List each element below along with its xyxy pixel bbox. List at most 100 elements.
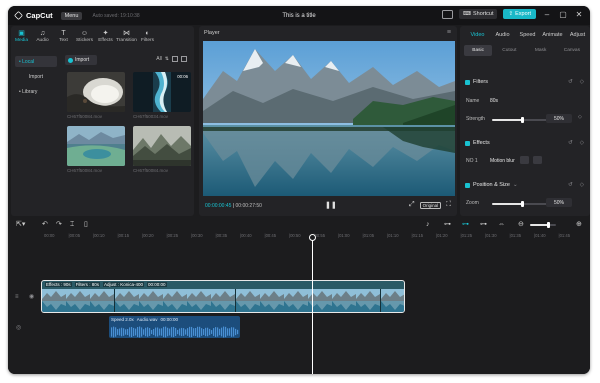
chevron-down-icon[interactable]: ⌄ <box>513 182 518 188</box>
select-tool-icon[interactable]: ⇱▾ <box>16 221 25 228</box>
playhead[interactable] <box>312 238 313 374</box>
redo-icon[interactable]: ↷ <box>56 221 62 228</box>
maximize-icon[interactable]: ▢ <box>558 10 568 19</box>
minimize-icon[interactable]: – <box>542 10 552 19</box>
sort-icon[interactable]: ⇅ <box>165 56 169 62</box>
shortcut-button[interactable]: ⌨ Shortcut <box>459 9 498 19</box>
subtab-basic[interactable]: Basic <box>464 45 493 56</box>
reset-icon[interactable]: ↺ <box>568 79 573 85</box>
timeline-zoom-slider[interactable] <box>530 222 556 228</box>
zoom-fill <box>492 203 522 205</box>
position-section-header[interactable]: Position & Size ⌄ <box>465 182 518 188</box>
delete-effect-icon[interactable] <box>533 156 542 164</box>
edit-effect-icon[interactable] <box>520 156 529 164</box>
effects-title: Effects <box>473 140 490 146</box>
waveform-bar <box>223 326 225 338</box>
filters-checkbox[interactable] <box>465 79 470 85</box>
keyframe-icon[interactable]: ◇ <box>580 140 584 146</box>
filters-section-header[interactable]: Filters <box>465 79 488 85</box>
filter-all[interactable]: All <box>156 56 162 62</box>
player-menu-icon[interactable]: ≡ <box>447 29 451 36</box>
delete-icon[interactable]: ▯ <box>84 221 88 228</box>
sidebar-item-import[interactable]: Import <box>15 71 57 82</box>
tab-adjust[interactable]: Adjust <box>565 32 590 38</box>
position-checkbox[interactable] <box>465 182 470 188</box>
timeline-ruler[interactable]: 00:00 |00:05 |00:10 |00:15 |00:20 |00:25 |00:3… <box>44 232 590 241</box>
track-lock-icon[interactable]: ≡ <box>15 294 19 300</box>
video-clip-frames <box>42 289 404 312</box>
layout-icon[interactable] <box>442 9 454 19</box>
subtab-canvas[interactable]: Canvas <box>558 45 586 56</box>
media-thumb[interactable] <box>67 72 125 112</box>
tab-text[interactable]: T Text <box>53 26 74 46</box>
split-icon[interactable]: ⌶ <box>70 221 74 228</box>
waveform-bar <box>225 326 227 338</box>
zoom-in-icon[interactable]: ⊕ <box>576 221 582 228</box>
tab-video[interactable]: Video <box>465 32 490 38</box>
ruler-label: |00:30 <box>191 233 203 238</box>
zoom-slider[interactable] <box>492 201 552 207</box>
strength-value[interactable]: 50% <box>546 114 572 123</box>
effects-checkbox[interactable] <box>465 140 470 146</box>
sidebar-item-local[interactable]: • Local <box>15 56 57 67</box>
audio-clip[interactable]: Speed 2.0x Audio.wav 00:00:00 <box>109 316 240 338</box>
close-icon[interactable]: ✕ <box>574 10 584 19</box>
effects-section-header[interactable]: Effects <box>465 140 490 146</box>
snap-icon[interactable]: ⊶ <box>480 221 487 228</box>
zoom-out-icon[interactable]: ⊖ <box>518 221 524 228</box>
import-button[interactable]: Import <box>65 55 97 65</box>
subtab-mask[interactable]: Mask <box>527 45 555 56</box>
fit-icon[interactable]: ⤢ <box>409 201 415 209</box>
tab-filters[interactable]: ◐ Filters <box>137 26 158 46</box>
ruler-label: |00:45 <box>264 233 277 238</box>
clip-tag: Effects : 90s <box>45 282 72 287</box>
tab-transition[interactable]: ⋈ Transition <box>116 26 137 46</box>
export-button[interactable]: ⇪ Export <box>503 9 536 19</box>
plus-icon <box>68 57 73 63</box>
tab-speed[interactable]: Speed <box>515 32 540 38</box>
undo-icon[interactable]: ↶ <box>42 221 48 228</box>
reset-icon[interactable]: ↺ <box>568 140 573 146</box>
grid-view-icon[interactable] <box>172 56 178 62</box>
media-thumb[interactable] <box>67 126 125 166</box>
keyframe-icon[interactable]: ◇ <box>578 114 582 120</box>
subtab-cutout[interactable]: Cutout <box>495 45 523 56</box>
tab-effects[interactable]: ✦ Effects <box>95 26 116 46</box>
strength-knob[interactable] <box>520 117 524 123</box>
keyframe-icon[interactable]: ◇ <box>580 79 584 85</box>
video-preview[interactable] <box>203 41 455 196</box>
video-clip[interactable]: Effects : 90s Filters : 80s Adjust : Konic… <box>41 280 405 313</box>
link-icon[interactable]: ⊶ <box>444 221 451 228</box>
waveform-bar <box>213 328 215 336</box>
audio-track-icon[interactable]: ◎ <box>16 324 21 331</box>
play-pause-icon[interactable]: ❚❚ <box>325 201 337 209</box>
list-view-icon[interactable] <box>181 56 187 62</box>
reset-icon[interactable]: ↺ <box>568 182 573 188</box>
tab-animate[interactable]: Animate <box>540 32 565 38</box>
zoom-value[interactable]: 50% <box>546 198 572 207</box>
waveform-bar <box>141 327 143 337</box>
fullscreen-icon[interactable]: ⛶ <box>446 201 451 209</box>
tab-stickers[interactable]: ☺ Stickers <box>74 26 95 46</box>
tab-audio[interactable]: Audio <box>490 32 515 38</box>
sidebar-item-library[interactable]: • Library <box>15 86 57 97</box>
keyframe-icon[interactable]: ◇ <box>580 182 584 188</box>
playhead-handle[interactable] <box>309 234 316 241</box>
media-thumb[interactable]: 00:06 <box>133 72 191 112</box>
microphone-icon[interactable]: ♪ <box>426 221 430 228</box>
waveform-bar <box>219 328 221 336</box>
original-ratio-button[interactable]: Original <box>419 201 442 209</box>
zoom-knob[interactable] <box>520 201 524 207</box>
strength-slider[interactable] <box>492 117 552 123</box>
track-visibility-icon[interactable]: ◉ <box>29 293 34 300</box>
waveform-bar <box>117 329 119 335</box>
timeline-zoom-knob[interactable] <box>547 222 550 228</box>
media-thumb[interactable] <box>133 126 191 166</box>
tab-media[interactable]: ▣ Media <box>11 26 32 46</box>
menu-button[interactable]: Menu <box>60 11 83 20</box>
preview-axis-icon[interactable]: ⇔ <box>498 221 505 228</box>
waveform-bar <box>157 327 159 337</box>
timeline[interactable]: 00:00 |00:05 |00:10 |00:15 |00:20 |00:25 |00:3… <box>8 232 590 374</box>
tab-audio[interactable]: ♫ Audio <box>32 26 53 46</box>
magnet-icon[interactable]: ⊶ <box>462 221 469 228</box>
